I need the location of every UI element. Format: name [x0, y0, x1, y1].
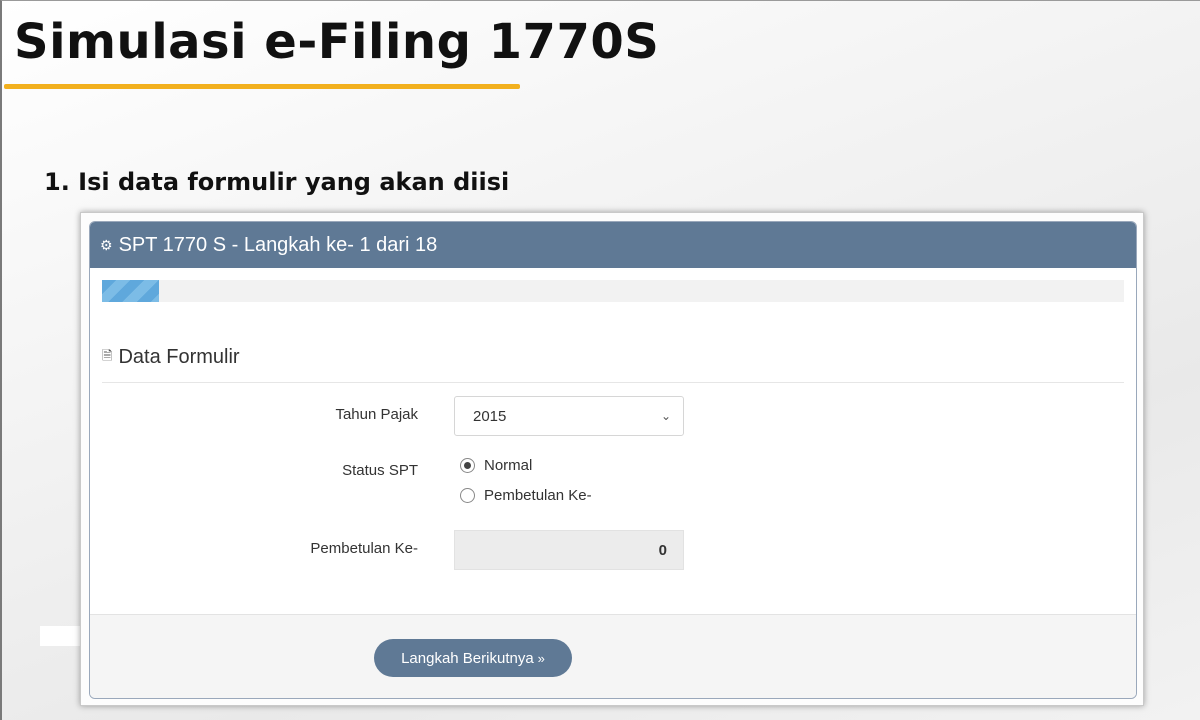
tahun-pajak-value: 2015 [473, 407, 507, 425]
pembetulan-ke-label: Pembetulan Ke- [310, 540, 418, 557]
decorative-strip [40, 626, 80, 646]
section-divider [102, 382, 1124, 383]
step-heading: 1. Isi data formulir yang akan diisi [44, 168, 510, 196]
progress-bar-fill [102, 280, 159, 302]
tahun-pajak-select[interactable]: 2015 ⌄ [454, 396, 684, 436]
tahun-pajak-label: Tahun Pajak [335, 406, 418, 423]
panel-header-title: SPT 1770 S - Langkah ke- 1 dari 18 [118, 233, 438, 256]
radio-pembetulan-label: Pembetulan Ke- [484, 487, 592, 504]
panel-footer: Langkah Berikutnya » [90, 614, 1136, 698]
next-step-button[interactable]: Langkah Berikutnya » [374, 639, 572, 677]
section-title: Data Formulir [118, 346, 240, 368]
chevron-down-icon: ⌄ [660, 409, 671, 423]
pembetulan-ke-field: 0 [454, 530, 684, 570]
spt-panel: ⚙ SPT 1770 S - Langkah ke- 1 dari 18 🗎 D… [89, 221, 1137, 699]
section-heading: 🗎 Data Formulir [102, 346, 240, 369]
slide-title: Simulasi e-Filing 1770S [14, 14, 660, 70]
next-step-button-label: Langkah Berikutnya [401, 649, 534, 667]
progress-bar [102, 280, 1124, 302]
embedded-screenshot: ⚙ SPT 1770 S - Langkah ke- 1 dari 18 🗎 D… [80, 212, 1144, 706]
radio-normal[interactable] [460, 458, 475, 473]
radio-pembetulan[interactable] [460, 488, 475, 503]
radio-normal-label: Normal [484, 457, 533, 474]
panel-header: ⚙ SPT 1770 S - Langkah ke- 1 dari 18 [90, 222, 1136, 268]
pembetulan-ke-value: 0 [658, 541, 667, 559]
gear-icon: ⚙ [100, 236, 113, 253]
double-chevron-right-icon: » [537, 650, 545, 666]
status-normal-option[interactable]: Normal [460, 457, 532, 474]
title-underline [4, 84, 520, 89]
document-icon: 🗎 [102, 347, 113, 363]
status-spt-label: Status SPT [342, 462, 418, 479]
status-pembetulan-option[interactable]: Pembetulan Ke- [460, 487, 592, 504]
